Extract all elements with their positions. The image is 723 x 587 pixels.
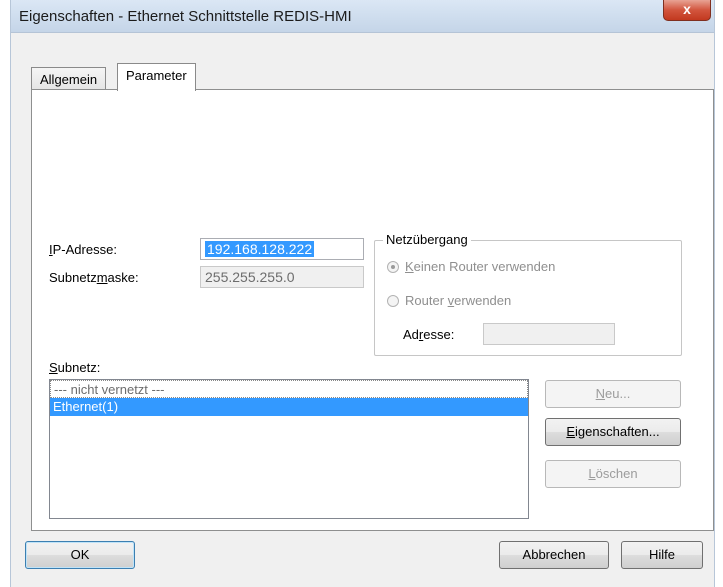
parameter-panel: IP-Adresse: 192.168.128.222 Subnetzmaske… bbox=[31, 89, 714, 531]
help-label: Hilfe bbox=[648, 547, 675, 562]
close-icon: x bbox=[683, 1, 691, 17]
close-button[interactable]: x bbox=[663, 0, 711, 21]
list-item-label: Ethernet(1) bbox=[53, 399, 119, 414]
title-bar[interactable]: Eigenschaften - Ethernet Schnittstelle R… bbox=[11, 0, 714, 33]
tab-parameter-label: Parameter bbox=[126, 68, 187, 83]
no-router-radio[interactable] bbox=[387, 261, 399, 273]
use-router-label: Router verwenden bbox=[405, 293, 512, 308]
dialog-client-area: Allgemein Parameter IP-Adresse: 192.168.… bbox=[11, 33, 714, 587]
ip-address-input[interactable]: 192.168.128.222 bbox=[200, 238, 364, 260]
subnet-mask-input[interactable]: 255.255.255.0 bbox=[200, 266, 364, 288]
subnet-mask-label: Subnetzmaske: bbox=[49, 270, 139, 285]
cancel-label: Abbrechen bbox=[522, 547, 586, 562]
ip-address-value: 192.168.128.222 bbox=[205, 241, 315, 257]
cancel-button[interactable]: Abbrechen bbox=[499, 541, 609, 569]
help-button[interactable]: Hilfe bbox=[621, 541, 703, 569]
ok-label: OK bbox=[70, 547, 90, 562]
subnet-mask-value: 255.255.255.0 bbox=[205, 269, 295, 285]
new-button[interactable]: Neu... bbox=[545, 380, 681, 408]
router-address-label: Adresse: bbox=[403, 327, 455, 342]
subnet-listbox[interactable]: --- nicht vernetzt --- Ethernet(1) bbox=[49, 379, 529, 519]
list-item-label: --- nicht vernetzt --- bbox=[54, 382, 165, 397]
subnet-label: Subnetz: bbox=[49, 360, 101, 375]
ok-button[interactable]: OK bbox=[25, 541, 135, 569]
properties-dialog: Eigenschaften - Ethernet Schnittstelle R… bbox=[10, 0, 715, 587]
no-router-label: Keinen Router verwenden bbox=[405, 259, 556, 274]
tab-parameter[interactable]: Parameter bbox=[117, 63, 196, 91]
list-item[interactable]: Ethernet(1) bbox=[50, 398, 528, 416]
use-router-radio[interactable] bbox=[387, 295, 399, 307]
router-address-input[interactable] bbox=[483, 323, 615, 345]
properties-button[interactable]: Eigenschaften... bbox=[545, 418, 681, 446]
gateway-groupbox: Netzübergang Keinen Router verwenden Rou… bbox=[374, 232, 682, 356]
dialog-title: Eigenschaften - Ethernet Schnittstelle R… bbox=[19, 8, 352, 25]
gateway-title: Netzübergang bbox=[383, 232, 471, 247]
tab-allgemein-label: Allgemein bbox=[40, 72, 98, 87]
list-item[interactable]: --- nicht vernetzt --- bbox=[50, 380, 528, 398]
ip-address-label: IP-Adresse: bbox=[49, 242, 117, 257]
delete-button[interactable]: Löschen bbox=[545, 460, 681, 488]
